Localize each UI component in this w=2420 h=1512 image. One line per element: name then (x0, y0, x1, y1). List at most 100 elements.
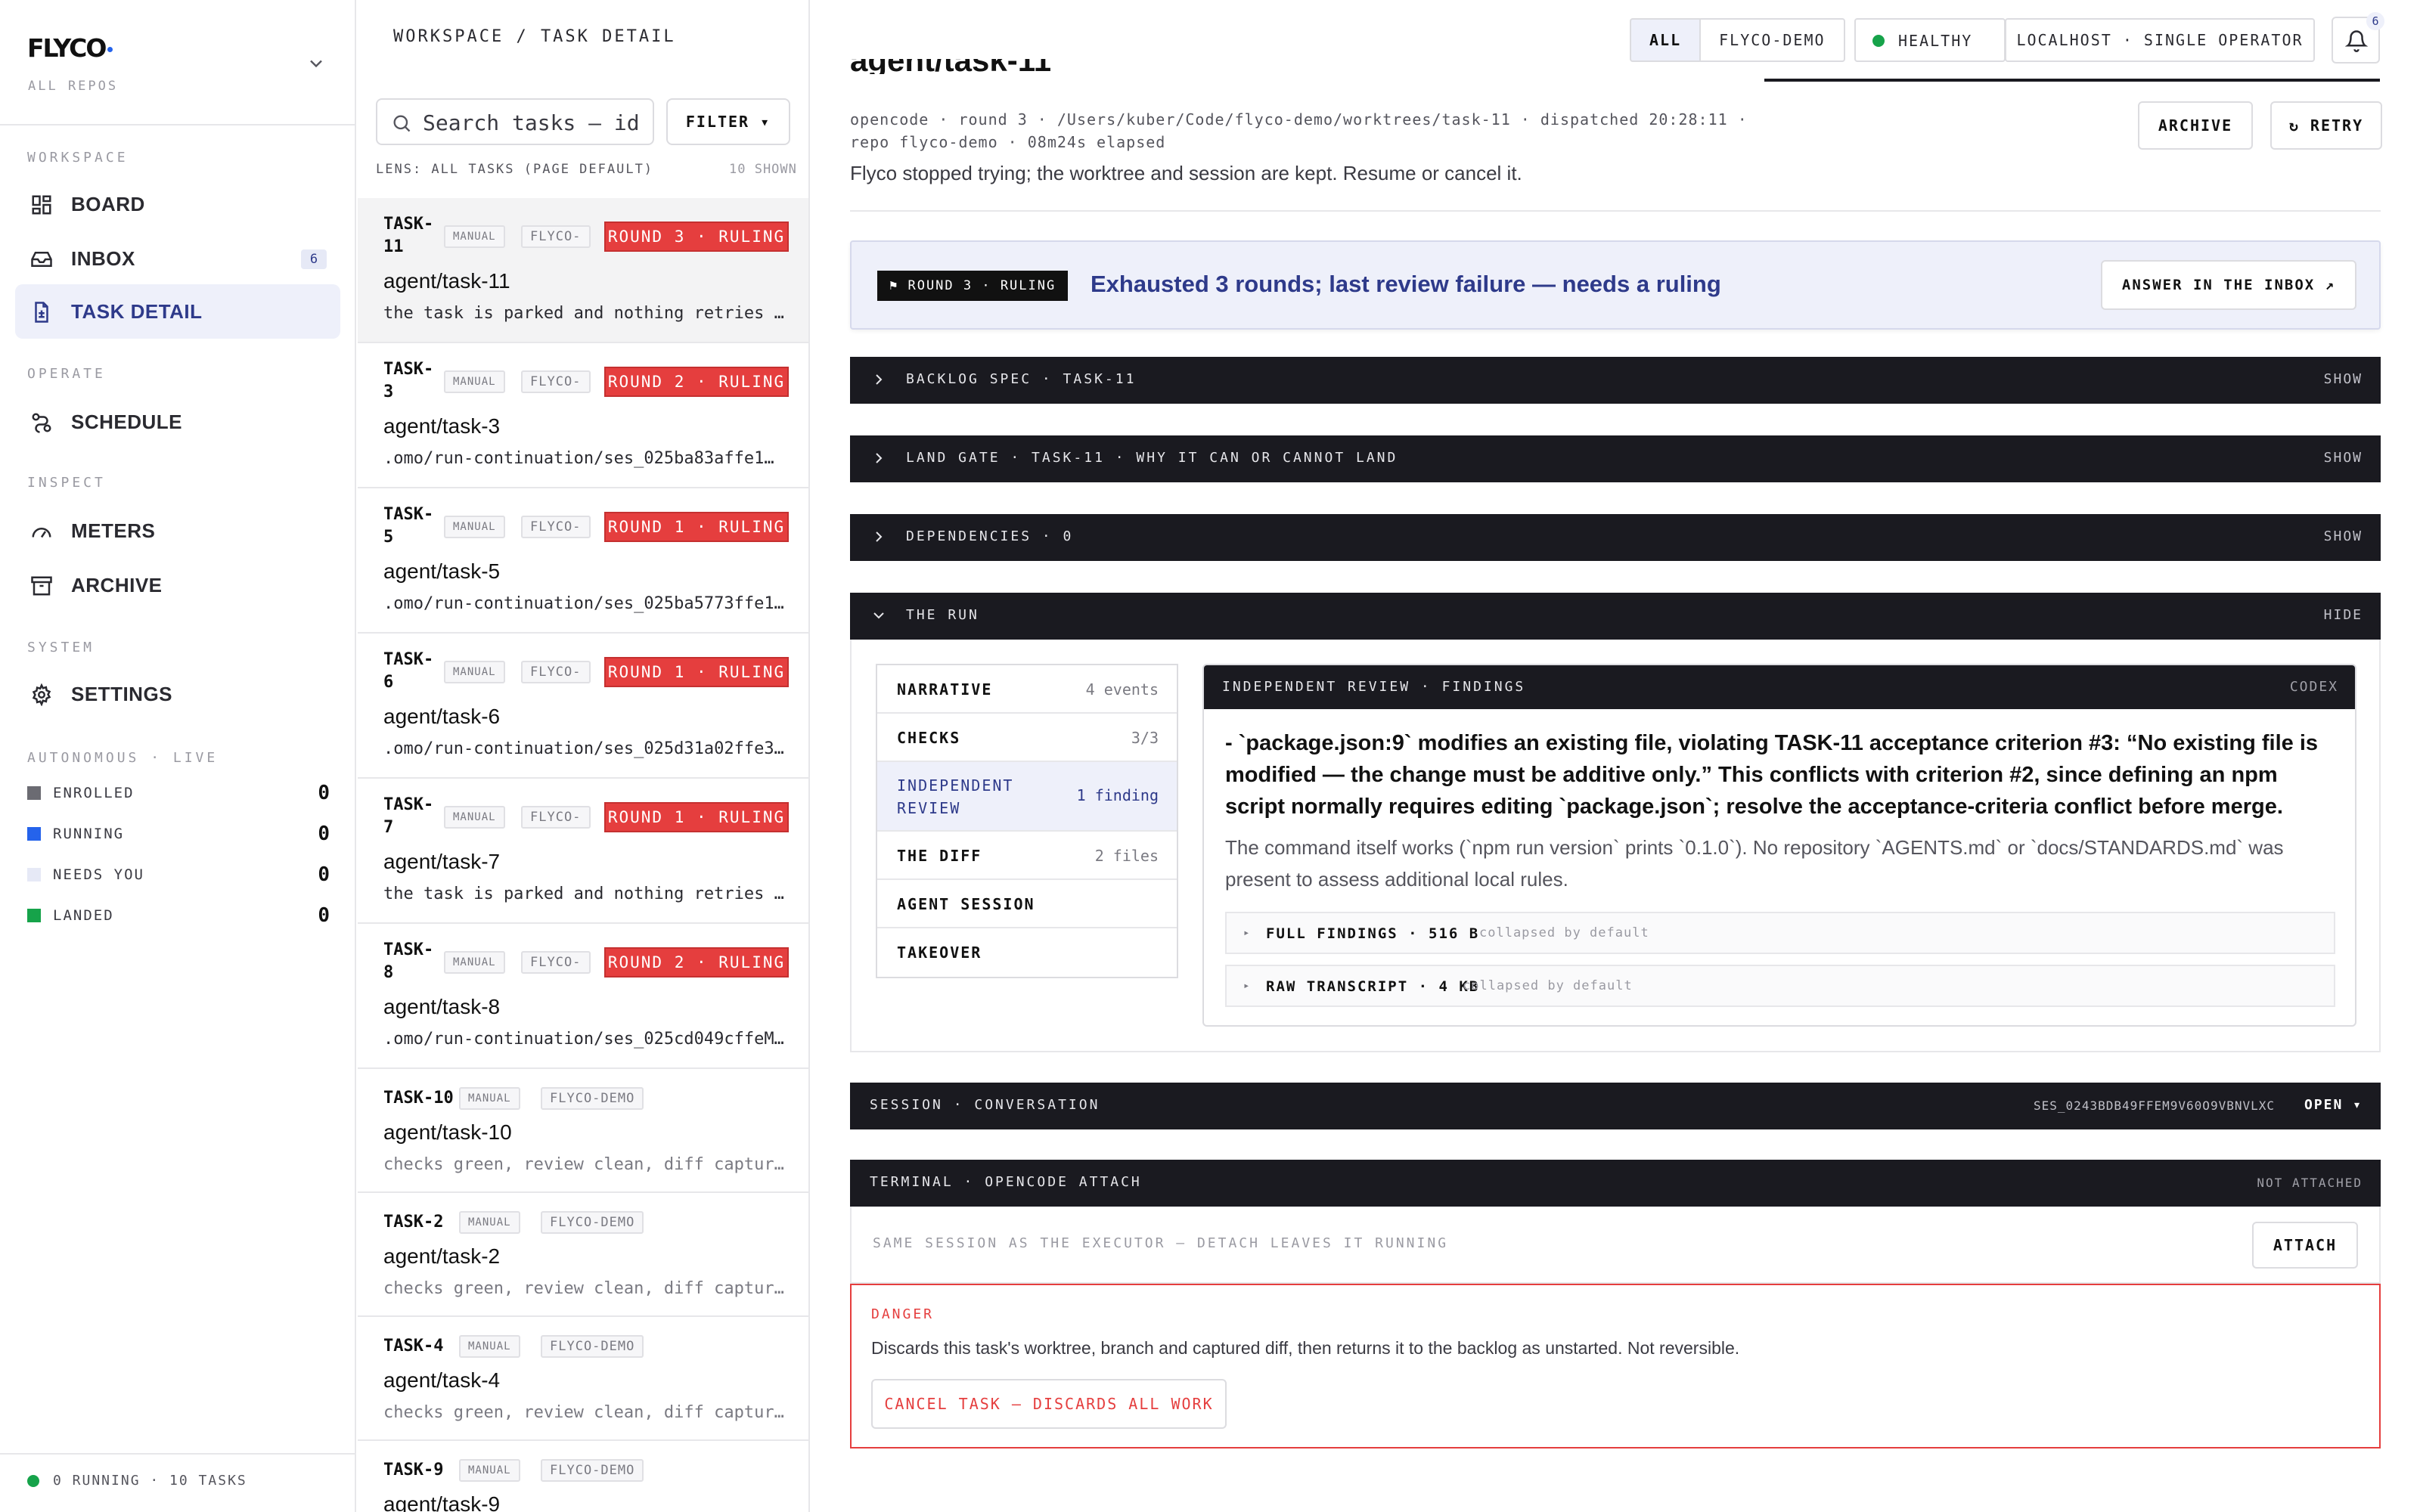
retry-button[interactable]: ↻ RETRY (2270, 101, 2382, 150)
nav-item-archive[interactable]: ARCHIVE (15, 558, 340, 612)
task-description: .omo/run-continuation/ses_025d31a02ffe3… (383, 739, 784, 758)
mode-chip: MANUAL (459, 1087, 520, 1110)
section-session[interactable]: SESSION · CONVERSATION SES_0243BDB49FFEM… (850, 1083, 2381, 1129)
section-land-gate[interactable]: LAND GATE · TASK-11 · WHY IT CAN OR CANN… (850, 435, 2381, 482)
task-list-item[interactable]: TASK-4 MANUAL FLYCO-DEMO agent/task-4 checks… (358, 1317, 808, 1441)
nav-item-inbox[interactable]: INBOX 6 (15, 231, 340, 286)
search-box[interactable] (376, 98, 654, 145)
task-description: the task is parked and nothing retries u… (383, 304, 792, 323)
repo-chip: FLYCO- (521, 661, 591, 683)
search-input[interactable] (423, 107, 647, 138)
section-title: TERMINAL · OPENCODE ATTACH (870, 1174, 1142, 1190)
scope-repo[interactable]: FLYCO-DEMO (1699, 18, 1845, 62)
scope-all[interactable]: ALL (1630, 18, 1700, 62)
nav-item-schedule[interactable]: SCHEDULE (15, 395, 340, 449)
attach-button[interactable]: ATTACH (2252, 1222, 2358, 1269)
env-badge[interactable]: LOCALHOST · SINGLE OPERATOR (2005, 18, 2315, 62)
task-list-item[interactable]: TASK- 5 MANUAL FLYCO- ROUND 1 · RULING agent/… (358, 488, 808, 634)
task-title-wrap: agent/task-11 (850, 59, 1077, 74)
legend-swatch (27, 909, 41, 922)
terminal-message: SAME SESSION AS THE EXECUTOR — DETACH LE… (873, 1235, 1449, 1251)
health-badge[interactable]: HEALTHY (1854, 18, 2006, 62)
run-nav-label: AGENT SESSION (897, 895, 1035, 913)
show-toggle[interactable]: SHOW (2324, 371, 2363, 387)
mode-chip: MANUAL (444, 951, 505, 974)
run-nav-item[interactable]: TAKEOVER (877, 928, 1177, 977)
run-nav-label: THE DIFF (897, 847, 982, 865)
answer-in-inbox-button[interactable]: ANSWER IN THE INBOX ↗ (2101, 260, 2356, 310)
task-id-part: TASK- (383, 940, 434, 959)
run-nav-item[interactable]: AGENT SESSION (877, 880, 1177, 928)
show-toggle[interactable]: SHOW (2324, 450, 2363, 466)
task-description: the task is parked and nothing retries u… (383, 885, 792, 903)
nav-item-board[interactable]: BOARD (15, 177, 340, 231)
runner-status-text: 0 RUNNING · 10 TASKS (53, 1473, 247, 1489)
nav-item-settings[interactable]: SETTINGS (15, 667, 340, 721)
section-title: THE RUN (906, 607, 979, 623)
run-nav-item[interactable]: INDEPENDENT REVIEW 1 finding (877, 762, 1177, 832)
notifications-button[interactable]: 6 (2332, 12, 2384, 64)
task-list-item[interactable]: TASK- 6 MANUAL FLYCO- ROUND 1 · RULING agent/… (358, 634, 808, 779)
task-meta: opencode · round 3 · /Users/kuber/Code/f… (850, 110, 1748, 129)
autonomous-value: 0 (318, 823, 330, 845)
autonomous-row: ENROLLED 0 (27, 782, 330, 804)
task-description: checks green, review clean, diff capture… (383, 1279, 792, 1298)
task-list-item[interactable]: TASK-10 MANUAL FLYCO-DEMO agent/task-10 chec… (358, 1069, 808, 1193)
section-label-operate: OPERATE (27, 366, 106, 382)
task-description: .omo/run-continuation/ses_025ba5773ffe1… (383, 594, 784, 613)
runner-status: 0 RUNNING · 10 TASKS (27, 1473, 247, 1489)
filter-button[interactable]: FILTER ▾ (666, 98, 790, 145)
section-dependencies[interactable]: DEPENDENCIES · 0 SHOW (850, 514, 2381, 561)
triangle-right-icon: ▸ (1243, 980, 1250, 992)
nav-label: SCHEDULE (71, 410, 183, 433)
cancel-task-button[interactable]: CANCEL TASK — DISCARDS ALL WORK (871, 1379, 1227, 1429)
section-the-run[interactable]: THE RUN HIDE (850, 593, 2381, 640)
open-session-button[interactable]: OPEN ▾ (2304, 1097, 2363, 1113)
section-label-workspace: WORKSPACE (27, 150, 129, 166)
nav-label: METERS (71, 519, 156, 542)
brand-logo[interactable]: FLYCO (27, 33, 113, 63)
task-list-item[interactable]: TASK- 11 MANUAL FLYCO- ROUND 3 · RULING agent… (358, 198, 808, 343)
label-part: INDEPENDENT (897, 776, 1014, 795)
run-nav-label: CHECKS (897, 729, 961, 747)
autonomous-row: NEEDS YOU 0 (27, 863, 330, 886)
sidebar: FLYCO ALL REPOS WORKSPACE BOARD INBOX 6 … (0, 0, 356, 1512)
search-icon (393, 115, 411, 132)
task-list-item[interactable]: TASK- 3 MANUAL FLYCO- ROUND 2 · RULING agent/… (358, 343, 808, 488)
repo-chip: FLYCO- (521, 370, 591, 393)
raw-transcript-toggle[interactable]: ▸ RAW TRANSCRIPT · 4 KB collapsed by def… (1225, 965, 2335, 1007)
round-ruling-badge: ROUND 2 · RULING (604, 947, 789, 978)
danger-description: Discards this task's worktree, branch an… (871, 1338, 1740, 1358)
run-nav-item[interactable]: NARRATIVE 4 events (877, 665, 1177, 714)
danger-zone: DANGER Discards this task's worktree, br… (850, 1284, 2381, 1448)
task-id: TASK-2 (383, 1213, 444, 1232)
repo-chip: FLYCO-DEMO (541, 1459, 644, 1482)
archive-button[interactable]: ARCHIVE (2138, 101, 2253, 150)
hide-toggle[interactable]: HIDE (2324, 607, 2363, 623)
ruling-message: Exhausted 3 rounds; last review failure … (1091, 271, 1721, 297)
task-list-item[interactable]: TASK- 8 MANUAL FLYCO- ROUND 2 · RULING agent/… (358, 924, 808, 1069)
chevron-down-icon[interactable] (306, 53, 327, 74)
task-list-item[interactable]: TASK- 7 MANUAL FLYCO- ROUND 1 · RULING agent/… (358, 779, 808, 924)
task-name: agent/task-9 (383, 1492, 501, 1512)
nav-item-meters[interactable]: METERS (15, 503, 340, 558)
legend-swatch (27, 868, 41, 881)
task-id: TASK- 5 (383, 503, 433, 549)
findings-header: INDEPENDENT REVIEW · FINDINGS CODEX (1204, 665, 2355, 709)
nav-label: ARCHIVE (71, 573, 163, 596)
task-name: agent/task-5 (383, 559, 501, 583)
repo-chip: FLYCO- (521, 806, 591, 829)
autonomous-value: 0 (318, 863, 330, 886)
run-nav-item[interactable]: THE DIFF 2 files (877, 832, 1177, 880)
show-toggle[interactable]: SHOW (2324, 528, 2363, 544)
session-id: SES_0243BDB49FFEM9V60O9VBNVLXC (2034, 1098, 2275, 1113)
nav-item-task-detail[interactable]: TASK DETAIL (15, 284, 340, 339)
section-backlog-spec[interactable]: BACKLOG SPEC · TASK-11 SHOW (850, 357, 2381, 404)
full-findings-toggle[interactable]: ▸ FULL FINDINGS · 516 B collapsed by def… (1225, 912, 2335, 954)
task-list-item[interactable]: TASK-9 MANUAL FLYCO-DEMO agent/task-9 (358, 1441, 808, 1512)
toggle-title: FULL FINDINGS · 516 B (1266, 925, 1480, 942)
task-list-item[interactable]: TASK-2 MANUAL FLYCO-DEMO agent/task-2 checks… (358, 1193, 808, 1317)
run-nav-item[interactable]: CHECKS 3/3 (877, 714, 1177, 762)
bell-icon (2345, 30, 2368, 52)
round-ruling-badge: ROUND 2 · RULING (604, 367, 789, 397)
